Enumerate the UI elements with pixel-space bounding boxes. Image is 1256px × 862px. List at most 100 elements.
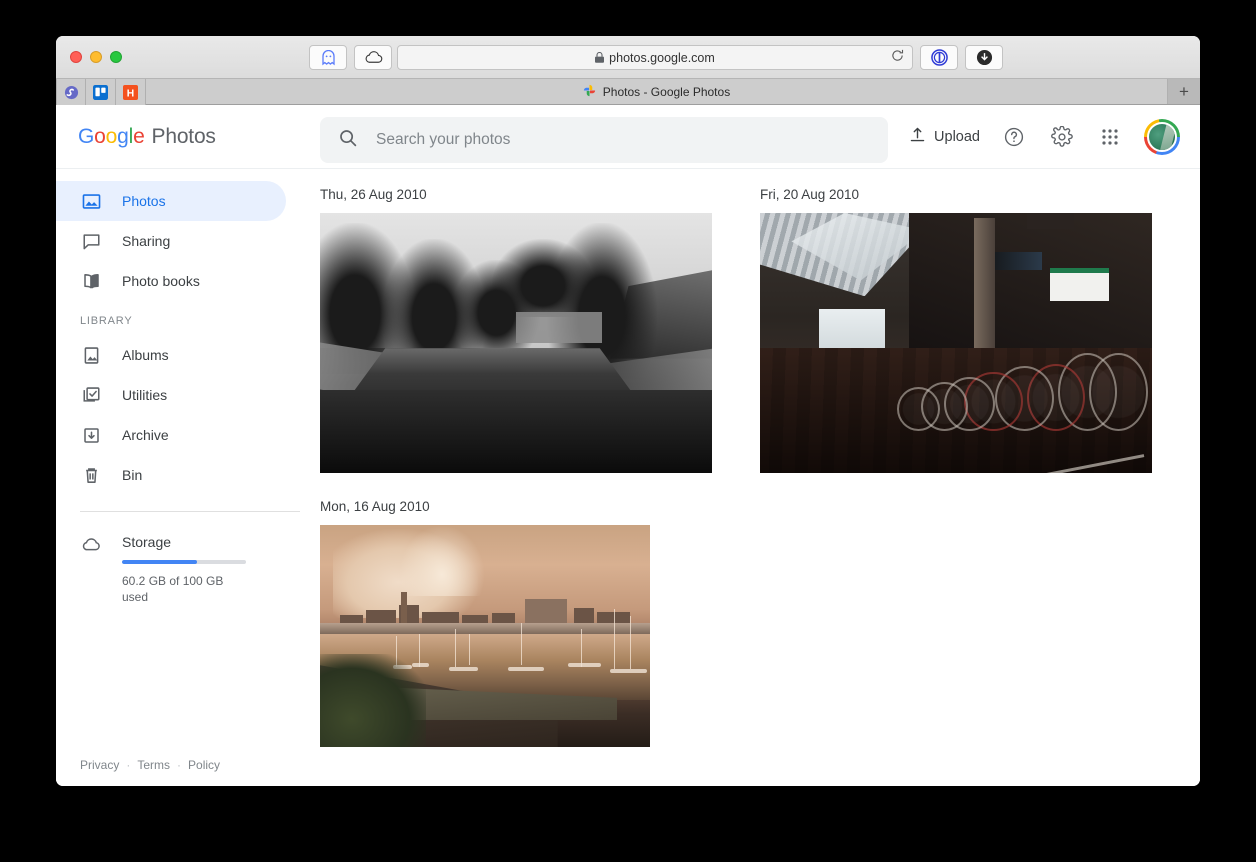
- utilities-icon: [80, 384, 102, 406]
- storage-section[interactable]: Storage 60.2 GB of 100 GB used: [56, 512, 320, 605]
- storage-progress-bar: [122, 560, 246, 564]
- app-body: Photos Sharing: [56, 169, 1200, 786]
- storage-details: Storage 60.2 GB of 100 GB used: [122, 534, 246, 605]
- footer-separator: ·: [177, 758, 181, 772]
- photo-region-sign: [1050, 268, 1109, 302]
- photo-group: Fri, 20 Aug 2010: [760, 187, 1152, 473]
- sidebar-item-utilities[interactable]: Utilities: [56, 375, 286, 415]
- sidebar-item-archive[interactable]: Archive: [56, 415, 286, 455]
- photo-region-mast: [581, 629, 582, 667]
- sidebar-label: Albums: [122, 348, 169, 362]
- sidebar-label: Photos: [122, 194, 166, 208]
- sidebar-label: Utilities: [122, 388, 167, 402]
- lock-icon: [595, 52, 604, 63]
- photo-region-vegetation: [320, 654, 426, 747]
- sidebar-item-albums[interactable]: Albums: [56, 335, 286, 375]
- new-tab-button[interactable]: +: [1168, 79, 1200, 104]
- app-header: Google Photos Search your photos: [56, 105, 1200, 169]
- avatar-image: [1147, 122, 1177, 152]
- ghost-icon[interactable]: [309, 45, 347, 70]
- photo-row: Mon, 16 Aug 2010: [320, 499, 1176, 773]
- account-avatar[interactable]: [1144, 119, 1180, 155]
- address-bar[interactable]: photos.google.com: [397, 45, 913, 70]
- photo-region-mast: [455, 629, 456, 667]
- header-actions: Upload: [909, 119, 1180, 155]
- maximize-window-button[interactable]: [110, 51, 122, 63]
- trello-icon[interactable]: [86, 79, 116, 105]
- search-input[interactable]: Search your photos: [320, 117, 888, 163]
- photo-canal-bw[interactable]: [320, 213, 712, 473]
- photo-region-mast: [614, 609, 615, 669]
- photo-group: Thu, 26 Aug 2010: [320, 187, 712, 473]
- photo-region-mast: [630, 616, 631, 669]
- logo-product: Photos: [152, 125, 216, 149]
- reload-icon[interactable]: [891, 49, 904, 67]
- sidebar-section-library: LIBRARY: [56, 301, 320, 335]
- apps-grid-icon[interactable]: [1096, 123, 1124, 151]
- window-controls: [70, 51, 122, 63]
- group-date: Mon, 16 Aug 2010: [320, 499, 650, 514]
- photo-group: Mon, 16 Aug 2010: [320, 499, 650, 747]
- close-window-button[interactable]: [70, 51, 82, 63]
- storage-usage-text: 60.2 GB of 100 GB used: [122, 573, 232, 605]
- sidebar-item-photos[interactable]: Photos: [56, 181, 286, 221]
- photo-region-mast: [521, 623, 522, 665]
- privacy-link[interactable]: Privacy: [80, 758, 119, 772]
- storage-title: Storage: [122, 534, 246, 550]
- hubstaff-icon[interactable]: H: [116, 79, 146, 105]
- photo-region-sign: [1027, 213, 1074, 229]
- shield-icon[interactable]: [920, 45, 958, 70]
- sidebar-item-photo-books[interactable]: Photo books: [56, 261, 286, 301]
- upload-icon: [909, 126, 926, 147]
- gear-icon[interactable]: [1048, 123, 1076, 151]
- chat-bubble-icon: [80, 230, 102, 252]
- storage-progress-fill: [122, 560, 197, 564]
- google-photos-icon: [583, 84, 596, 100]
- url-text-wrapper: photos.google.com: [595, 51, 715, 65]
- photo-harbour-sunset[interactable]: [320, 525, 650, 747]
- search-placeholder: Search your photos: [376, 131, 510, 149]
- group-date: Fri, 20 Aug 2010: [760, 187, 1152, 202]
- photo-region-boat: [449, 667, 479, 671]
- minimize-window-button[interactable]: [90, 51, 102, 63]
- photo-region-bridge: [320, 623, 650, 634]
- sidebar-item-bin[interactable]: Bin: [56, 455, 286, 495]
- trash-icon: [80, 464, 102, 486]
- terms-link[interactable]: Terms: [137, 758, 170, 772]
- cloud-icon: [80, 534, 102, 556]
- sidebar-label: Sharing: [122, 234, 170, 248]
- sidebar-item-sharing[interactable]: Sharing: [56, 221, 286, 261]
- book-icon: [80, 270, 102, 292]
- tab-title: Photos - Google Photos: [603, 85, 730, 99]
- photo-arcade-bicycles[interactable]: [760, 213, 1152, 473]
- sidebar-footer: Privacy · Terms · Policy: [80, 758, 220, 772]
- upload-button[interactable]: Upload: [909, 126, 980, 147]
- footer-separator: ·: [126, 758, 130, 772]
- search-icon: [338, 128, 358, 153]
- photo-region-pillar: [974, 218, 996, 353]
- photo-region-cloud: [399, 525, 485, 596]
- photo-grid: Thu, 26 Aug 2010: [320, 169, 1200, 786]
- sidebar-label: Archive: [122, 428, 169, 442]
- tab-google-photos[interactable]: Photos - Google Photos: [146, 79, 1168, 104]
- help-circle-icon[interactable]: [1000, 123, 1028, 151]
- policy-link[interactable]: Policy: [188, 758, 220, 772]
- logo-google: Google: [78, 125, 145, 149]
- photo-region-foreground: [320, 390, 712, 473]
- url-label: photos.google.com: [609, 51, 715, 65]
- sidebar-label: Photo books: [122, 274, 200, 288]
- browser-toolbar: photos.google.com: [56, 36, 1200, 79]
- photo-region-boat: [568, 663, 601, 667]
- archive-icon: [80, 424, 102, 446]
- sidebar: Photos Sharing: [56, 169, 320, 786]
- photo-region-boat: [610, 669, 646, 673]
- download-icon[interactable]: [965, 45, 1003, 70]
- photo-region-boat: [508, 667, 544, 671]
- google-photos-logo: Google Photos: [78, 125, 216, 149]
- photo-region-mast: [469, 634, 470, 665]
- cloud-icon[interactable]: [354, 45, 392, 70]
- photo-region-building: [516, 312, 602, 343]
- svg-text:H: H: [127, 88, 134, 99]
- simplenote-icon[interactable]: [56, 79, 86, 105]
- sidebar-label: Bin: [122, 468, 142, 482]
